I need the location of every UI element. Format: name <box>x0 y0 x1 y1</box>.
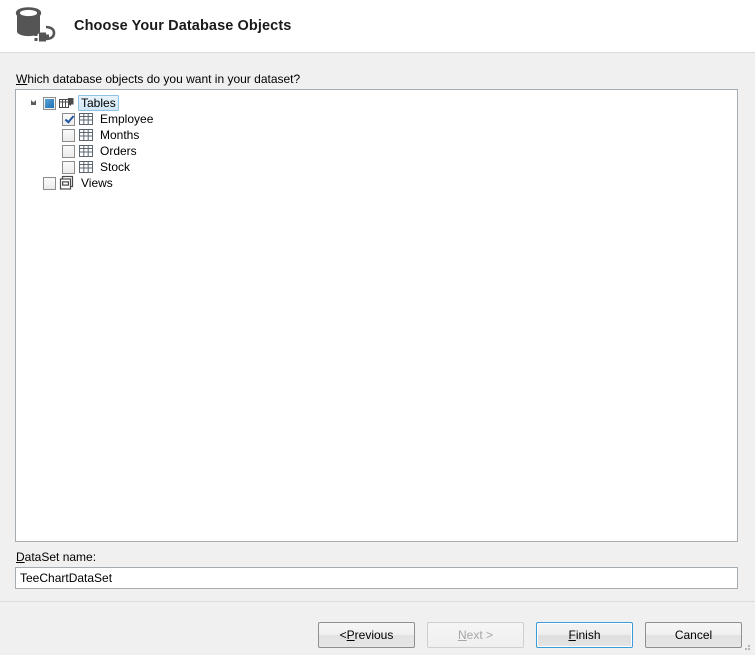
tree-node-label[interactable]: Tables <box>78 95 119 111</box>
dialog-footer: < Previous Next > Finish Cancel <box>0 602 755 654</box>
dataset-name-input[interactable] <box>15 567 738 589</box>
tree-node-months[interactable]: Months <box>16 127 737 143</box>
prompt-accelerator: W <box>16 72 28 86</box>
tree-node-tables[interactable]: Tables <box>16 95 737 111</box>
button-prefix: < <box>339 628 347 642</box>
cancel-button[interactable]: Cancel <box>645 622 742 648</box>
table-icon <box>78 127 94 143</box>
twisty-placeholder <box>27 175 43 191</box>
checkbox-orders[interactable] <box>62 144 75 158</box>
prompt-label: Which database objects do you want in yo… <box>16 72 300 86</box>
views-folder-icon <box>59 175 75 191</box>
prompt-text: hich database objects do you want in you… <box>27 72 301 86</box>
chevron-right-icon[interactable] <box>46 111 62 127</box>
tree-rows: Tables Employee Months Orders Stock Views <box>16 90 737 191</box>
tree-node-orders[interactable]: Orders <box>16 143 737 159</box>
button-label: ext > <box>466 628 494 642</box>
dataset-label-text: ataSet name: <box>24 550 97 564</box>
tree-node-views[interactable]: Views <box>16 175 737 191</box>
tree-node-label[interactable]: Orders <box>97 144 140 158</box>
tree-node-label[interactable]: Stock <box>97 160 133 174</box>
previous-button[interactable]: < Previous <box>318 622 415 648</box>
dataset-name-label: DataSet name: <box>16 550 96 564</box>
tree-node-label[interactable]: Months <box>97 128 142 142</box>
tree-node-label[interactable]: Views <box>78 176 116 190</box>
dataset-label-accelerator: D <box>16 550 25 564</box>
button-label: inish <box>575 628 601 642</box>
database-objects-treeview[interactable]: Tables Employee Months Orders Stock Views <box>15 89 738 542</box>
tree-node-stock[interactable]: Stock <box>16 159 737 175</box>
finish-button[interactable]: Finish <box>536 622 633 648</box>
dialog-header: Choose Your Database Objects <box>0 0 755 53</box>
checkbox-views[interactable] <box>43 176 56 190</box>
checkbox-stock[interactable] <box>62 160 75 174</box>
checkbox-months[interactable] <box>62 128 75 142</box>
tables-folder-icon <box>59 95 75 111</box>
checkbox-employee[interactable] <box>62 112 75 126</box>
dialog-button-row: < Previous Next > Finish Cancel <box>318 622 742 648</box>
next-button: Next > <box>427 622 524 648</box>
tree-node-employee[interactable]: Employee <box>16 111 737 127</box>
button-label: Cancel <box>674 628 713 642</box>
table-icon <box>78 159 94 175</box>
page-title: Choose Your Database Objects <box>74 18 292 34</box>
resize-grip[interactable] <box>740 640 752 652</box>
dialog-body: Which database objects do you want in yo… <box>0 53 755 654</box>
chevron-right-icon[interactable] <box>46 159 62 175</box>
tree-node-label[interactable]: Employee <box>97 112 156 126</box>
table-icon <box>78 143 94 159</box>
table-icon <box>78 111 94 127</box>
button-label: revious <box>354 628 394 642</box>
button-accelerator: F <box>568 628 576 642</box>
database-connection-icon <box>14 6 60 46</box>
button-accelerator: N <box>457 628 467 642</box>
button-accelerator: P <box>346 628 355 642</box>
chevron-right-icon[interactable] <box>46 143 62 159</box>
checkbox-tables[interactable] <box>43 96 56 110</box>
chevron-down-icon[interactable] <box>27 95 43 111</box>
chevron-right-icon[interactable] <box>46 127 62 143</box>
